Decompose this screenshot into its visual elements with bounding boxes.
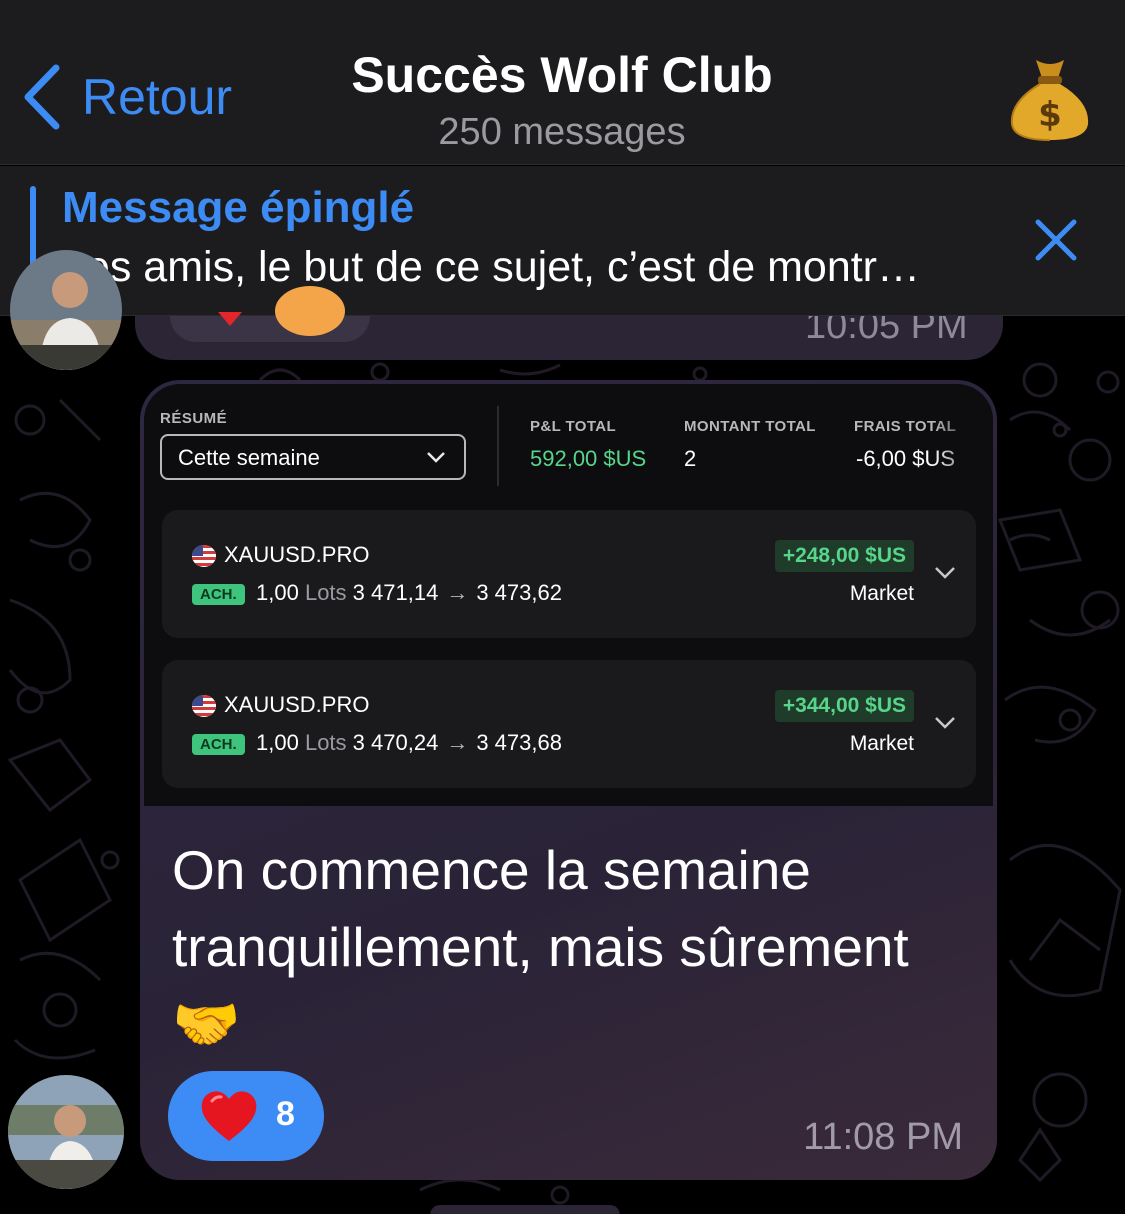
us-flag-icon [192,695,216,717]
trade-order-type: Market [849,732,914,755]
stat-value-amount: 2 [684,446,697,471]
arrow-right-icon: → [446,580,469,605]
back-button[interactable]: Retour [20,62,232,132]
trade-lots-unit: Lots [304,730,347,755]
summary-divider [497,406,499,486]
trade-order-type: Market [849,582,914,605]
us-flag-icon [192,545,216,567]
trade-side-badge: ACH. [192,734,245,755]
trade-screenshot[interactable]: RÉSUMÉ Cette semaine P&L TOTAL 592,00 $U… [144,384,993,806]
next-message-bubble [430,1205,620,1214]
message-text: On commence la semaine tranquillement, m… [172,839,909,1055]
chevron-down-icon[interactable] [934,566,956,580]
trade-pnl: +248,00 $US [774,540,914,572]
stat-label-pnl: P&L TOTAL [530,418,617,435]
pinned-message-bar[interactable]: Message épinglé Les amis, le but de ce s… [0,166,1125,316]
message-count: 250 messages [438,111,686,153]
trade-lots: 1,00 [256,580,299,605]
trade-close-price: 3 473,62 [476,580,562,605]
previous-message-time: 10:05 PM [805,316,968,342]
previous-reactions[interactable] [170,286,370,342]
reaction-emoji-icon [275,286,345,336]
trade-lots-unit: Lots [304,580,347,605]
svg-text:$: $ [1038,95,1062,135]
period-select-value: Cette semaine [178,445,320,470]
trade-lots: 1,00 [256,730,299,755]
message-time: 11:08 PM [803,1116,963,1158]
chevron-left-icon [24,64,60,130]
sender-avatar[interactable] [10,250,122,370]
message-bubble[interactable]: RÉSUMÉ Cette semaine P&L TOTAL 592,00 $U… [140,380,997,1180]
chevron-down-icon[interactable] [934,716,956,730]
reaction-count: 8 [276,1095,295,1133]
reaction-button[interactable]: 8 [168,1071,324,1161]
heart-icon [201,1091,257,1141]
chat-title-area[interactable]: Succès Wolf Club 250 messages [262,44,862,156]
stat-label-amount: MONTANT TOTAL [684,418,816,435]
pinned-title: Message épinglé [62,183,415,232]
trade-details: 1,00 Lots 3 471,14 → 3 473,62 [256,580,562,606]
fade-overlay [933,404,993,494]
trade-card[interactable]: XAUUSD.PRO ACH. 1,00 Lots 3 470,24 → 3 473… [162,660,976,788]
close-icon[interactable] [1030,214,1082,266]
trade-symbol: XAUUSD.PRO [224,542,370,567]
chat-header: Retour Succès Wolf Club 250 messages $ [0,0,1125,165]
trade-side-badge: ACH. [192,584,245,605]
arrow-right-icon: → [446,730,469,755]
period-select[interactable]: Cette semaine [160,434,466,480]
stat-value-pnl: 592,00 $US [530,446,647,471]
trade-symbol: XAUUSD.PRO [224,692,370,717]
chevron-down-icon [427,452,445,463]
trade-card[interactable]: XAUUSD.PRO ACH. 1,00 Lots 3 471,14 → 3 473… [162,510,976,638]
trade-details: 1,00 Lots 3 470,24 → 3 473,68 [256,730,562,756]
heart-icon [218,312,242,326]
sender-avatar[interactable] [8,1075,124,1189]
back-label: Retour [82,69,233,125]
chat-title: Succès Wolf Club [351,47,773,103]
summary-label: RÉSUMÉ [160,410,228,427]
pinned-text: Les amis, le but de ce sujet, c’est de m… [62,243,921,291]
money-bag-icon[interactable]: $ [1010,56,1090,142]
trade-pnl: +344,00 $US [774,690,914,722]
trade-close-price: 3 473,68 [476,730,562,755]
trade-open-price: 3 471,14 [352,580,439,605]
trade-open-price: 3 470,24 [352,730,439,755]
